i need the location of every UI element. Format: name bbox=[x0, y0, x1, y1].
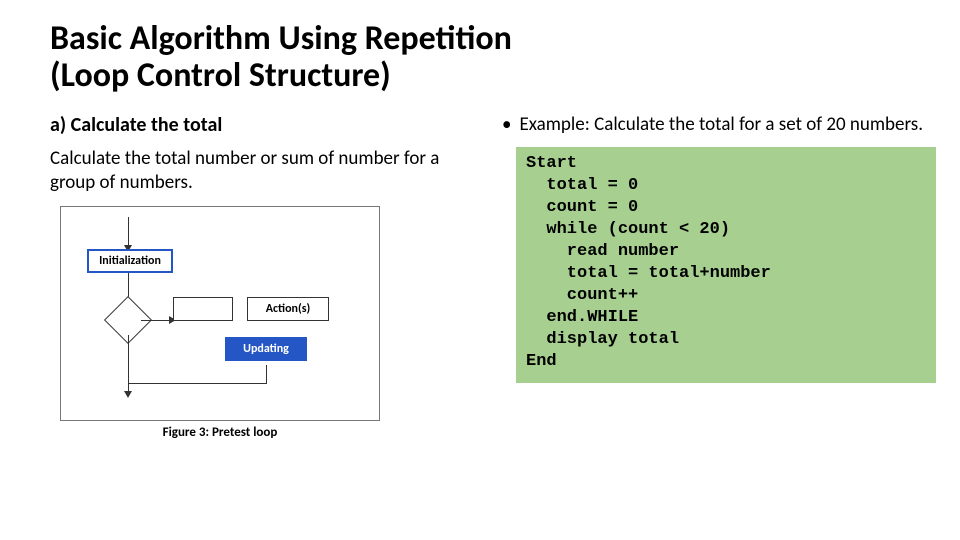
flowchart-box-updating: Updating bbox=[225, 337, 307, 361]
section-a-heading: a) Calculate the total bbox=[50, 113, 470, 137]
flowchart-box-initialization: Initialization bbox=[87, 249, 173, 273]
bullet-dot-icon: • bbox=[502, 113, 511, 137]
left-column: a) Calculate the total Calculate the tot… bbox=[50, 113, 470, 441]
right-column: • Example: Calculate the total for a set… bbox=[502, 113, 936, 441]
slide-title: Basic Algorithm Using Repetition (Loop C… bbox=[50, 20, 910, 95]
flowchart-box-blank bbox=[173, 297, 233, 321]
example-bullet: • Example: Calculate the total for a set… bbox=[502, 113, 936, 137]
pseudocode-block: Start total = 0 count = 0 while (count <… bbox=[516, 147, 936, 384]
figure-caption: Figure 3: Pretest loop bbox=[60, 425, 380, 440]
flowchart-box-actions: Action(s) bbox=[247, 297, 329, 321]
title-line-1: Basic Algorithm Using Repetition bbox=[50, 18, 512, 59]
example-text: Example: Calculate the total for a set o… bbox=[519, 113, 923, 137]
content-columns: a) Calculate the total Calculate the tot… bbox=[50, 113, 910, 441]
flowchart-figure: Initialization Action(s) Updating bbox=[60, 206, 380, 421]
section-a-description: Calculate the total number or sum of num… bbox=[50, 147, 470, 195]
title-line-2: (Loop Control Structure) bbox=[50, 55, 391, 96]
